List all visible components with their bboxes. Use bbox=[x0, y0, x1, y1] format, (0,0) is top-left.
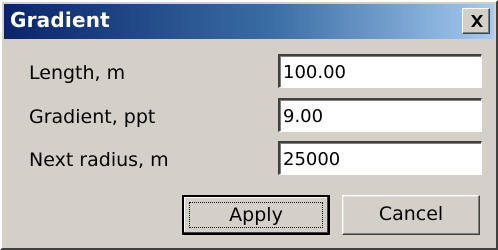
dialog-title: Gradient bbox=[10, 8, 110, 32]
cancel-button-label: Cancel bbox=[378, 203, 444, 225]
close-button[interactable] bbox=[462, 8, 490, 34]
length-label: Length, m bbox=[29, 62, 126, 84]
title-bar[interactable]: Gradient bbox=[4, 4, 494, 39]
cancel-button[interactable]: Cancel bbox=[342, 195, 480, 235]
length-input[interactable] bbox=[278, 54, 482, 88]
gradient-dialog: Gradient Length, m Gradient, ppt Next ra… bbox=[0, 0, 498, 250]
apply-button[interactable]: Apply bbox=[182, 195, 330, 235]
next-radius-label: Next radius, m bbox=[29, 149, 169, 171]
next-radius-input[interactable] bbox=[278, 141, 482, 175]
apply-button-label: Apply bbox=[229, 204, 283, 226]
close-icon bbox=[471, 15, 483, 27]
gradient-input[interactable] bbox=[278, 98, 482, 132]
gradient-label: Gradient, ppt bbox=[29, 106, 156, 128]
